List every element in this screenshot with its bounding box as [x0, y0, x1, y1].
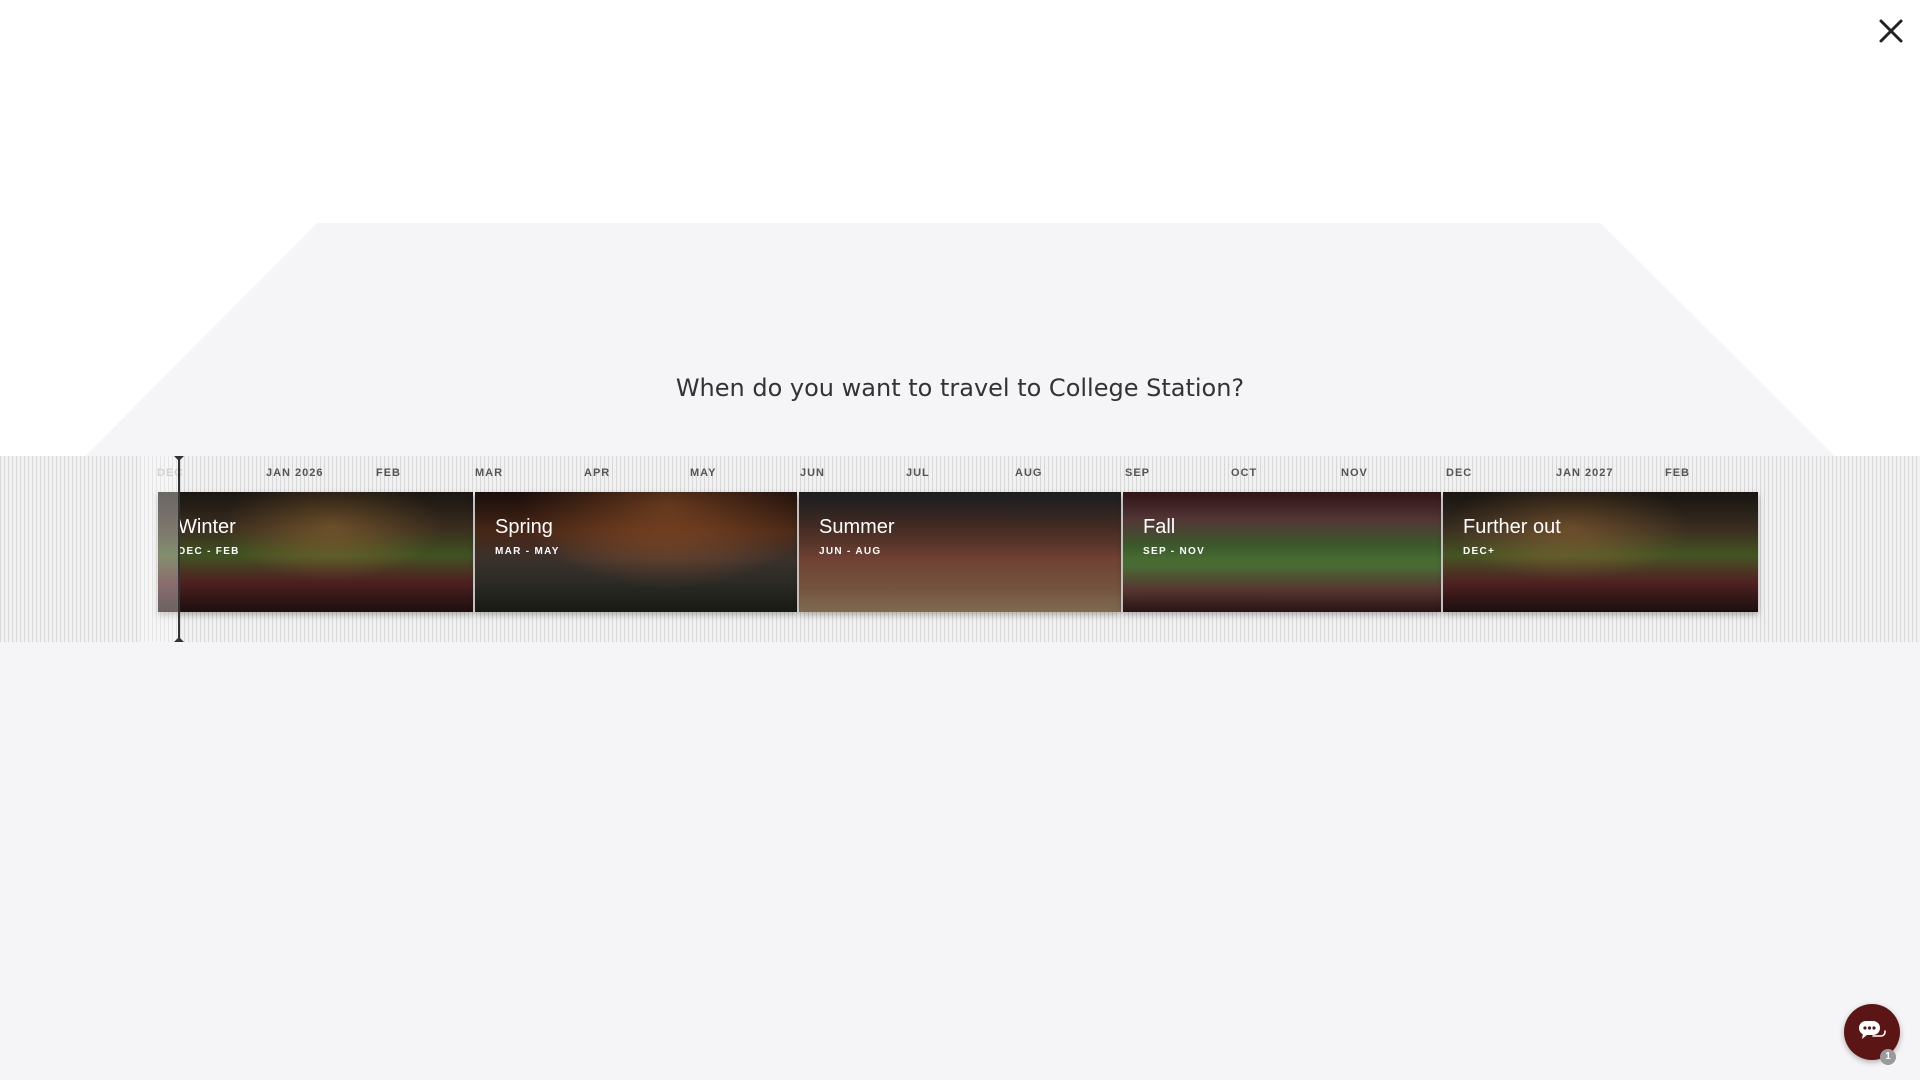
season-range: DEC - FEB — [178, 546, 240, 557]
close-icon — [1879, 19, 1903, 43]
month-label-jul: JUL — [906, 467, 930, 479]
month-label-dec-2026: DEC — [1446, 467, 1473, 479]
season-title: Spring — [495, 516, 553, 538]
month-label-feb-2026: FEB — [376, 467, 401, 479]
season-title: Winter — [178, 516, 236, 538]
season-card-summer[interactable]: Summer JUN - AUG — [799, 492, 1121, 612]
month-label-nov: NOV — [1341, 467, 1368, 479]
season-card-winter[interactable]: Winter DEC - FEB — [158, 492, 473, 612]
month-label-mar: MAR — [475, 467, 504, 479]
season-range: DEC+ — [1463, 546, 1496, 557]
month-label-jan-2026: JAN 2026 — [266, 467, 324, 479]
month-label-sep: SEP — [1125, 467, 1151, 479]
month-label-feb-2027: FEB — [1665, 467, 1690, 479]
month-label-apr: APR — [584, 467, 611, 479]
season-range: MAR - MAY — [495, 546, 560, 557]
month-label-may: MAY — [690, 467, 717, 479]
season-card-further-out[interactable]: Further out DEC+ — [1443, 492, 1758, 612]
season-title: Further out — [1463, 516, 1561, 538]
season-title: Fall — [1143, 516, 1176, 538]
season-card-spring[interactable]: Spring MAR - MAY — [475, 492, 797, 612]
season-range: SEP - NOV — [1143, 546, 1206, 557]
today-marker[interactable] — [178, 456, 180, 642]
chat-notification-badge: 1 — [1880, 1049, 1896, 1065]
month-label-jun: JUN — [800, 467, 826, 479]
month-label-jan-2027: JAN 2027 — [1556, 467, 1614, 479]
season-title: Summer — [819, 516, 895, 538]
header-backdrop — [85, 223, 1835, 456]
dialog-question: When do you want to travel to College St… — [675, 374, 1245, 402]
today-marker-top-cap — [174, 456, 184, 461]
month-label-aug: AUG — [1015, 467, 1043, 479]
season-card-fall[interactable]: Fall SEP - NOV — [1123, 492, 1441, 612]
lower-backdrop — [0, 642, 1920, 1080]
month-label-oct: OCT — [1231, 467, 1258, 479]
chat-bubbles-icon — [1859, 1021, 1886, 1039]
today-marker-bottom-cap — [174, 637, 184, 642]
close-button[interactable] — [1874, 14, 1908, 48]
past-dates-overlay — [140, 456, 178, 642]
season-range: JUN - AUG — [819, 546, 882, 557]
